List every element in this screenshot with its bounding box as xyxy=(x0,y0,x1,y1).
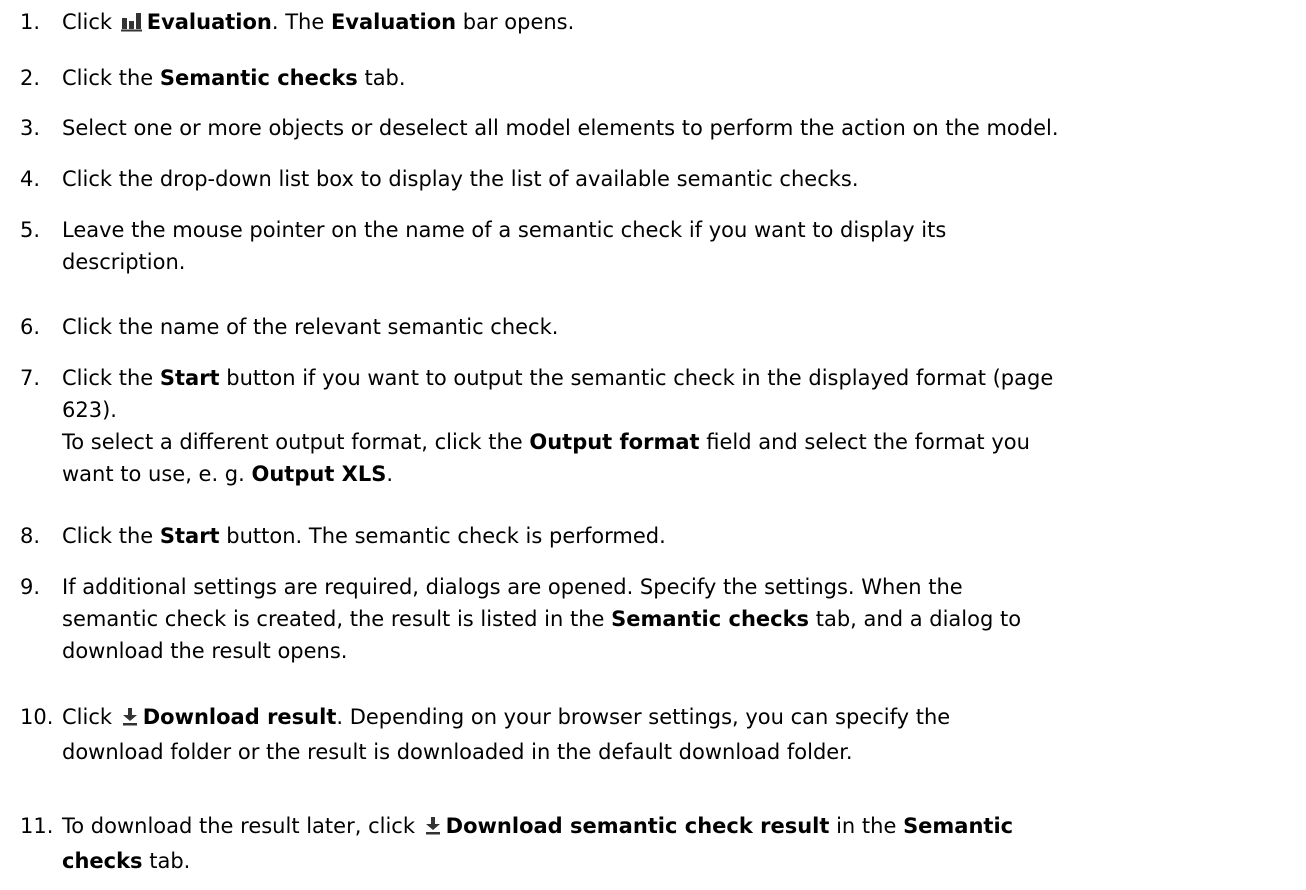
download-icon xyxy=(121,704,139,736)
text-segment: button if you want to output the semanti… xyxy=(219,366,1054,390)
instruction-steps: 1. Click Evaluation. The Evaluation bar o… xyxy=(0,0,1306,890)
step-number: 4. xyxy=(20,167,41,191)
text-segment: description. xyxy=(62,250,186,274)
text-segment: . Depending on your browser settings, yo… xyxy=(336,705,951,729)
text-segment: Click the xyxy=(62,66,160,90)
step-line: To select a different output format, cli… xyxy=(62,426,1302,458)
text-segment: tab. xyxy=(357,66,406,90)
step-number: 7. xyxy=(20,366,41,390)
text-segment: To select a different output format, cli… xyxy=(62,430,530,454)
text-segment: Click the drop-down list box to display … xyxy=(62,167,859,191)
text-segment: tab. xyxy=(142,849,191,873)
step-text: To download the result later, click Down… xyxy=(62,810,1302,877)
step-line: 623). xyxy=(62,394,1302,426)
bold-term: Evaluation xyxy=(146,10,272,34)
evaluation-icon xyxy=(120,9,143,41)
step-line: download the result opens. xyxy=(62,635,1302,667)
step-text: Leave the mouse pointer on the name of a… xyxy=(62,214,1302,278)
step-text: Click the Semantic checks tab. xyxy=(62,62,1302,94)
step-line: Select one or more objects or deselect a… xyxy=(62,112,1302,144)
bold-term: Semantic checks xyxy=(159,66,358,90)
step-line: checks tab. xyxy=(62,845,1302,877)
download-icon xyxy=(424,813,442,845)
step-line: Click the Start button. The semantic che… xyxy=(62,520,1302,552)
step-line: Click the name of the relevant semantic … xyxy=(62,311,1302,343)
text-segment: Leave the mouse pointer on the name of a… xyxy=(62,218,947,242)
step-line: Click Download result. Depending on your… xyxy=(62,701,1302,736)
bold-term: Evaluation xyxy=(330,10,457,34)
step-text: Click the drop-down list box to display … xyxy=(62,163,1302,195)
text-segment: . The xyxy=(271,10,331,34)
text-segment: tab, and a dialog to xyxy=(809,607,1022,631)
text-segment: in the xyxy=(829,814,904,838)
step-number: 8. xyxy=(20,524,41,548)
step-number: 1. xyxy=(20,10,41,34)
bold-term: Semantic checks xyxy=(611,607,810,631)
step-line: Click the drop-down list box to display … xyxy=(62,163,1302,195)
bold-term: Semantic xyxy=(903,814,1014,838)
text-segment: Click xyxy=(62,705,119,729)
text-segment: bar opens. xyxy=(456,10,575,34)
bold-term: Output XLS xyxy=(251,462,387,486)
bold-term: Start xyxy=(159,366,220,390)
text-segment: 623). xyxy=(62,398,117,422)
step-number: 6. xyxy=(20,315,41,339)
text-segment: button. The semantic check is performed. xyxy=(219,524,666,548)
step-number: 5. xyxy=(20,218,41,242)
text-segment: Select one or more objects or deselect a… xyxy=(62,116,1059,140)
bold-term: checks xyxy=(62,849,143,873)
text-segment: field and select the format you xyxy=(699,430,1030,454)
text-segment: semantic check is created, the result is… xyxy=(62,607,612,631)
step-number: 3. xyxy=(20,116,41,140)
step-text: Click Evaluation. The Evaluation bar ope… xyxy=(62,6,1302,41)
step-line: Click Evaluation. The Evaluation bar ope… xyxy=(62,6,1302,41)
text-segment: want to use, e. g. xyxy=(62,462,252,486)
step-number: 2. xyxy=(20,66,41,90)
step-number: 10. xyxy=(20,705,54,729)
bold-term: Download semantic check result xyxy=(445,814,830,838)
step-number: 9. xyxy=(20,575,41,599)
text-segment: Click the xyxy=(62,524,160,548)
step-line: description. xyxy=(62,246,1302,278)
text-segment: To download the result later, click xyxy=(62,814,422,838)
bold-term: Start xyxy=(159,524,220,548)
step-text: Select one or more objects or deselect a… xyxy=(62,112,1302,144)
step-text: Click the Start button if you want to ou… xyxy=(62,362,1302,490)
bold-term: Output format xyxy=(529,430,700,454)
text-segment: download folder or the result is downloa… xyxy=(62,740,853,764)
step-line: Click the Semantic checks tab. xyxy=(62,62,1302,94)
step-line: Leave the mouse pointer on the name of a… xyxy=(62,214,1302,246)
step-line: Click the Start button if you want to ou… xyxy=(62,362,1302,394)
text-segment: Click xyxy=(62,10,119,34)
text-segment: If additional settings are required, dia… xyxy=(62,575,963,599)
text-segment: download the result opens. xyxy=(62,639,348,663)
text-segment: Click the name of the relevant semantic … xyxy=(62,315,559,339)
text-segment: Click the xyxy=(62,366,160,390)
step-line: download folder or the result is downloa… xyxy=(62,736,1302,768)
step-line: To download the result later, click Down… xyxy=(62,810,1302,845)
step-text: Click the name of the relevant semantic … xyxy=(62,311,1302,343)
step-line: semantic check is created, the result is… xyxy=(62,603,1302,635)
step-text: Click the Start button. The semantic che… xyxy=(62,520,1302,552)
step-line: want to use, e. g. Output XLS. xyxy=(62,458,1302,490)
step-text: If additional settings are required, dia… xyxy=(62,571,1302,667)
step-text: Click Download result. Depending on your… xyxy=(62,701,1302,768)
step-number: 11. xyxy=(20,814,54,838)
text-segment: . xyxy=(386,462,394,486)
bold-term: Download result xyxy=(142,705,337,729)
step-line: If additional settings are required, dia… xyxy=(62,571,1302,603)
